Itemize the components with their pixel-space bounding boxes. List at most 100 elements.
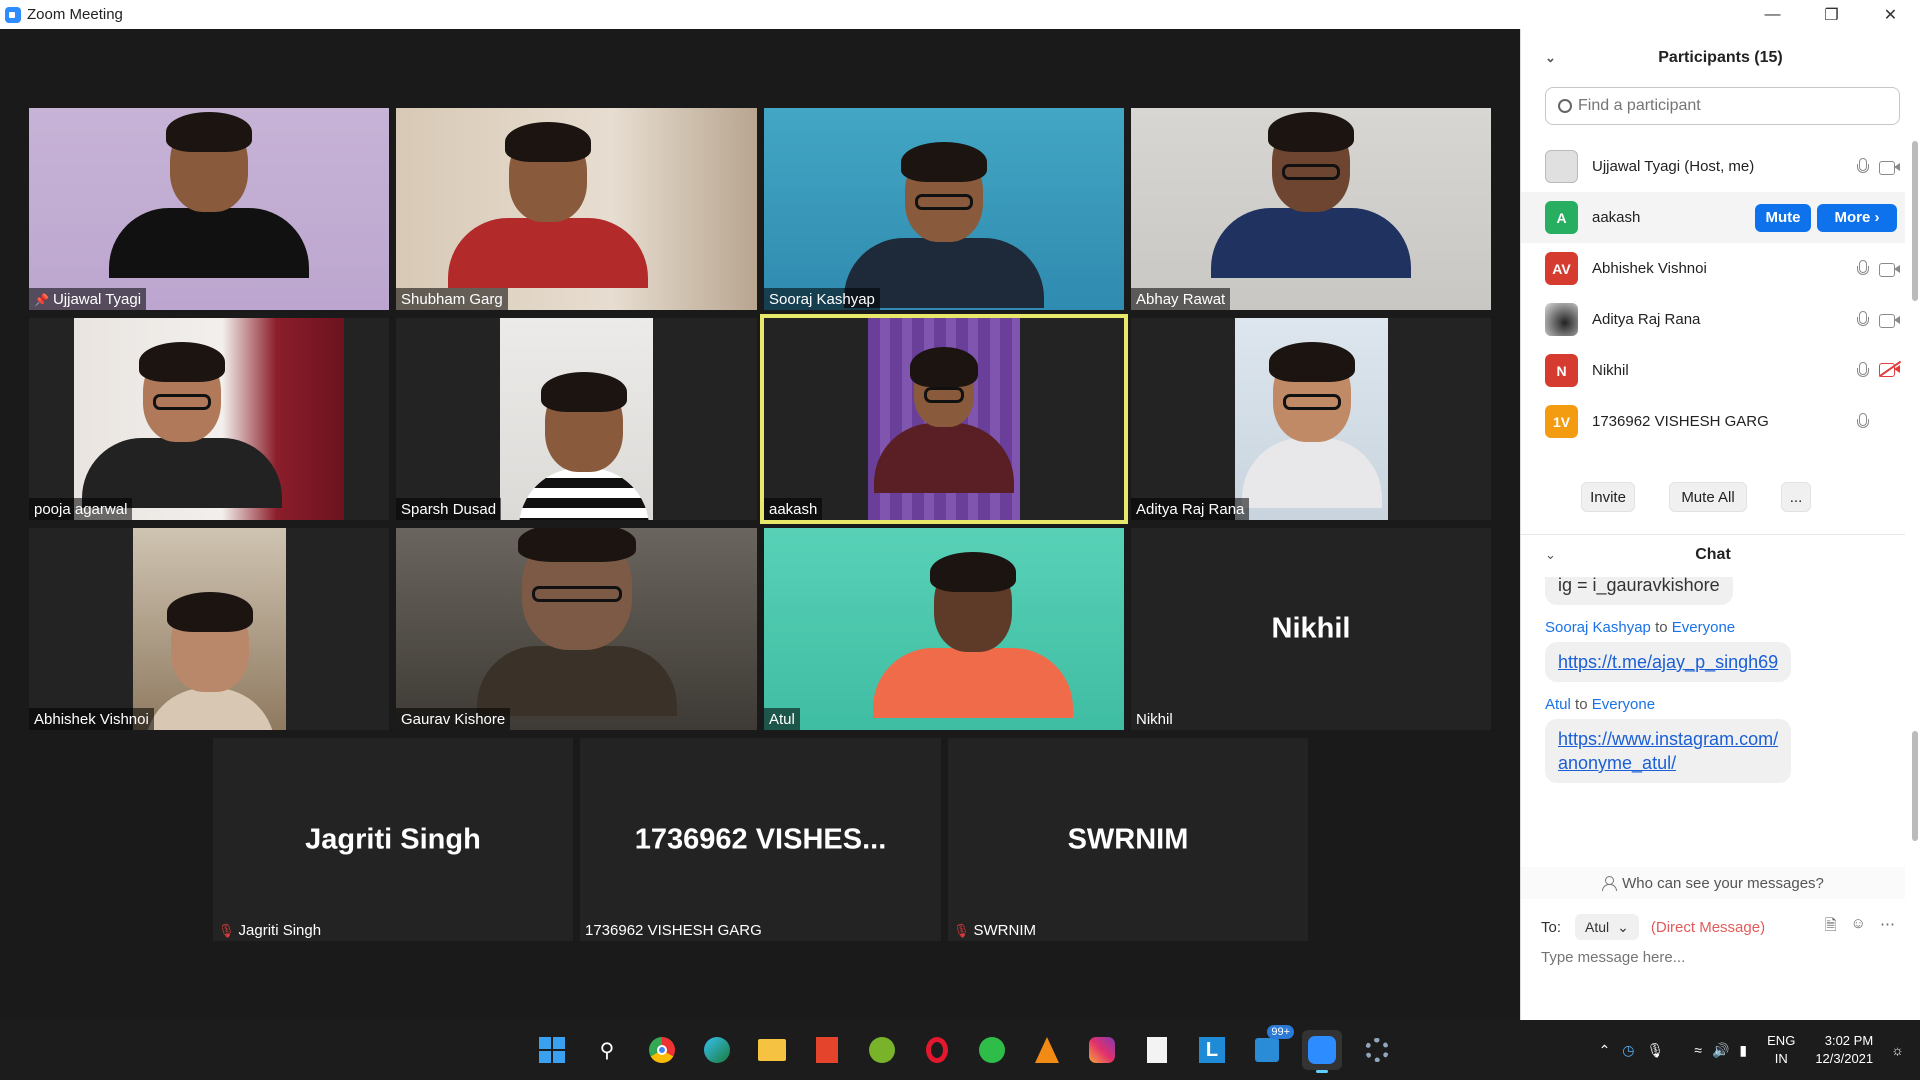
participant-name-tag: pooja agarwal <box>29 498 133 520</box>
more-icon[interactable]: ⋯ <box>1880 915 1895 940</box>
video-tile-gaurav-kishore[interactable]: Gaurav Kishore <box>396 528 757 730</box>
chat-message-input[interactable] <box>1541 949 1901 966</box>
video-tile-pooja-agarwal[interactable]: pooja agarwal <box>29 318 389 520</box>
video-off-icon[interactable] <box>1878 360 1902 380</box>
system-tray: ⌃ ◷ 🎙 ≈ 🔊 ▮ ENG IN 3:02 PM 12/3/2021 ☼ <box>1599 1020 1920 1080</box>
participant-search[interactable] <box>1545 87 1900 125</box>
chevron-up-icon[interactable]: ⌃ <box>1599 1042 1611 1059</box>
notepad-icon[interactable] <box>1137 1030 1177 1070</box>
file-icon[interactable]: 🗎 <box>1825 915 1837 940</box>
chat-recipient-row: To: Atul ⌄ (Direct Message) 🗎 ☺ ⋯ <box>1521 909 1920 945</box>
chrome-icon[interactable] <box>642 1030 682 1070</box>
chat-scrollbar[interactable] <box>1912 731 1918 841</box>
video-tile-aditya-raj-rana[interactable]: Aditya Raj Rana <box>1131 318 1491 520</box>
clock[interactable]: 3:02 PM 12/3/2021 <box>1815 1032 1873 1068</box>
pin-icon: 📌 <box>34 292 49 307</box>
camera-feed <box>764 108 1124 310</box>
participant-list-scrollbar[interactable] <box>1912 141 1918 301</box>
close-icon[interactable]: ✕ <box>1861 0 1920 29</box>
emoji-icon[interactable]: ☺ <box>1851 915 1866 940</box>
participant-name-tag: 📌 Ujjawal Tyagi <box>29 288 147 310</box>
participant-name-tag: 🎙︎ SWRNIM <box>953 922 1037 939</box>
vlc-icon[interactable] <box>1027 1030 1067 1070</box>
onedrive-clock-icon[interactable]: ◷ <box>1622 1042 1634 1059</box>
mute-all-button[interactable]: Mute All <box>1669 482 1747 512</box>
opera-icon[interactable] <box>917 1030 957 1070</box>
microphone-icon[interactable] <box>1857 413 1869 430</box>
video-camera-icon[interactable] <box>1879 313 1901 328</box>
video-camera-icon[interactable] <box>1879 262 1901 277</box>
microphone-icon[interactable] <box>1857 260 1869 277</box>
file-explorer-icon[interactable] <box>752 1030 792 1070</box>
wifi-icon[interactable]: ≈ <box>1694 1042 1702 1058</box>
more-button[interactable]: More › <box>1817 203 1897 232</box>
video-tile-sooraj-kashyap[interactable]: Sooraj Kashyap <box>764 108 1124 310</box>
microphone-icon[interactable] <box>1857 362 1869 379</box>
participant-search-input[interactable] <box>1578 97 1858 115</box>
participant-row[interactable]: 1V 1736962 VISHESH GARG <box>1521 396 1905 447</box>
microphone-icon[interactable] <box>1857 311 1869 328</box>
participant-name-tag: Abhay Rawat <box>1131 288 1231 310</box>
search-icon[interactable]: ⚲ <box>587 1030 627 1070</box>
whatsapp-icon[interactable] <box>972 1030 1012 1070</box>
camera-feed <box>764 528 1124 730</box>
notes-app-icon[interactable]: 99+ <box>1247 1025 1294 1070</box>
search-icon <box>1558 99 1572 113</box>
window-controls: — ❐ ✕ <box>1743 0 1920 29</box>
video-tile-abhay-rawat[interactable]: Abhay Rawat <box>1131 108 1491 310</box>
camera-feed <box>133 528 286 730</box>
notification-icon[interactable]: ☼ <box>1891 1042 1904 1058</box>
zoom-icon[interactable] <box>1302 1030 1342 1073</box>
participant-name-tag: Sparsh Dusad <box>396 498 502 520</box>
start-windows-icon[interactable] <box>532 1030 572 1070</box>
video-tile-vishesh-garg[interactable]: 1736962 VISHES... 1736962 VISHESH GARG <box>580 738 941 941</box>
participant-display-name: Jagriti Singh <box>305 823 481 855</box>
chat-link[interactable]: https://t.me/ajay_p_singh69 <box>1545 642 1792 682</box>
l-app-icon[interactable]: L <box>1192 1030 1232 1070</box>
participant-name-tag: Gaurav Kishore <box>396 708 511 730</box>
minimize-icon[interactable]: — <box>1743 0 1802 29</box>
more-options-button[interactable]: ... <box>1781 482 1811 512</box>
restore-icon[interactable]: ❐ <box>1802 0 1861 29</box>
video-tile-atul[interactable]: Atul <box>764 528 1124 730</box>
instagram-icon[interactable] <box>1082 1030 1122 1070</box>
chevron-down-icon: ⌄ <box>1617 918 1629 935</box>
video-camera-icon[interactable] <box>1879 160 1901 175</box>
participant-name-tag: 🎙︎ Jagriti Singh <box>218 922 322 939</box>
office-icon[interactable] <box>807 1030 847 1070</box>
video-tile-aakash[interactable]: aakash <box>760 314 1128 524</box>
recipient-select[interactable]: Atul ⌄ <box>1575 914 1639 940</box>
invite-button[interactable]: Invite <box>1581 482 1635 512</box>
video-tile-nikhil[interactable]: Nikhil Nikhil <box>1131 528 1491 730</box>
collapse-chevron-icon[interactable]: ⌄ <box>1545 547 1556 563</box>
video-tile-sparsh-dusad[interactable]: Sparsh Dusad <box>396 318 757 520</box>
video-tile-shubham-garg[interactable]: Shubham Garg <box>396 108 757 310</box>
video-tile-swrnim[interactable]: SWRNIM 🎙︎ SWRNIM <box>948 738 1308 941</box>
participant-row[interactable]: AV Abhishek Vishnoi <box>1521 243 1905 294</box>
participant-row[interactable]: Aditya Raj Rana <box>1521 294 1905 345</box>
video-tile-abhishek-vishnoi[interactable]: Abhishek Vishnoi <box>29 528 389 730</box>
collapse-chevron-icon[interactable]: ⌄ <box>1545 50 1556 66</box>
utorrent-icon[interactable] <box>862 1030 902 1070</box>
person-icon <box>1602 876 1618 891</box>
settings-gear-icon[interactable] <box>1357 1030 1397 1070</box>
video-tile-jagriti-singh[interactable]: Jagriti Singh 🎙︎ Jagriti Singh <box>213 738 573 941</box>
participant-display-name: 1736962 VISHES... <box>634 823 887 855</box>
microphone-icon[interactable]: 🎙 <box>1647 1042 1665 1059</box>
language-indicator[interactable]: ENG IN <box>1767 1032 1795 1068</box>
edge-icon[interactable] <box>697 1030 737 1070</box>
participant-row[interactable]: Ujjawal Tyagi (Host, me) <box>1521 141 1905 192</box>
chat-link[interactable]: https://www.instagram.com/anonyme_atul/ <box>1545 719 1792 783</box>
avatar <box>1545 303 1578 336</box>
who-can-see-messages[interactable]: Who can see your messages? <box>1521 867 1905 899</box>
mute-button[interactable]: Mute <box>1755 203 1811 232</box>
volume-icon[interactable]: 🔊 <box>1712 1042 1729 1059</box>
participant-row[interactable]: N Nikhil <box>1521 345 1905 396</box>
microphone-icon[interactable] <box>1857 158 1869 175</box>
participant-row[interactable]: A aakash Mute More › <box>1521 192 1905 243</box>
participant-name-tag: 1736962 VISHESH GARG <box>585 922 762 939</box>
video-tile-ujjawal-tyagi[interactable]: 📌 Ujjawal Tyagi <box>29 108 389 310</box>
participant-name-tag: aakash <box>764 498 823 520</box>
battery-icon[interactable]: ▮ <box>1739 1042 1747 1059</box>
participant-name-tag: Sooraj Kashyap <box>764 288 880 310</box>
